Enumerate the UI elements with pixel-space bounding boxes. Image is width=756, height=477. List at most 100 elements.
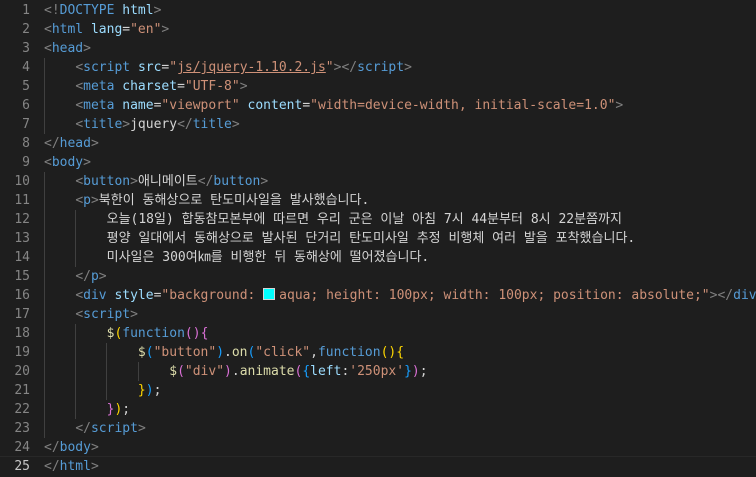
token-punc: > bbox=[130, 307, 138, 322]
token-br3: ( bbox=[145, 345, 154, 360]
code-line[interactable]: 11 <p>북한이 동해상으로 탄도미사일을 발사했습니다. bbox=[0, 191, 756, 210]
token-punc: <! bbox=[44, 3, 60, 18]
token-br2: ( bbox=[184, 326, 193, 341]
indent-guide bbox=[75, 343, 77, 362]
token-tag: html bbox=[51, 22, 84, 37]
code-line[interactable]: 5 <meta charset="UTF-8"> bbox=[0, 77, 756, 96]
token-tag: DOCTYPE bbox=[59, 3, 115, 18]
code-line[interactable]: 2 <html lang="en"> bbox=[0, 20, 756, 39]
token-str: "en" bbox=[130, 22, 162, 37]
code-text: <meta name="viewport" content="width=dev… bbox=[44, 96, 623, 115]
code-line[interactable]: 7 <title>jquery</title> bbox=[0, 115, 756, 134]
line-number: 10 bbox=[14, 174, 30, 189]
token-attr: left bbox=[310, 364, 342, 379]
indent-guide bbox=[75, 324, 77, 343]
code-line[interactable]: 4 <script src="js/jquery-1.10.2.js"></sc… bbox=[0, 58, 756, 77]
code-line[interactable]: 3 <head> bbox=[0, 39, 756, 58]
token-attr: charset bbox=[122, 79, 178, 94]
line-number: 22 bbox=[14, 402, 30, 417]
token-punc: < bbox=[75, 98, 84, 113]
line-number: 11 bbox=[14, 193, 30, 208]
token-punc: </ bbox=[44, 459, 60, 474]
code-line[interactable]: 9 <body> bbox=[0, 153, 756, 172]
token-punc: </ bbox=[177, 117, 193, 132]
token-tag: div bbox=[733, 288, 756, 303]
code-line[interactable]: 20 $("div").animate({left:'250px'}); bbox=[0, 362, 756, 381]
indent-guide bbox=[75, 362, 77, 381]
token-attr: src bbox=[137, 60, 162, 75]
line-number: 23 bbox=[14, 421, 30, 436]
token-tag: html bbox=[59, 459, 91, 474]
indent-guide bbox=[75, 381, 77, 400]
token-str: " bbox=[169, 60, 178, 75]
token-punc: > bbox=[98, 269, 107, 284]
code-text: $(function(){ bbox=[44, 324, 209, 343]
token-text: jquery bbox=[130, 117, 178, 132]
line-number: 21 bbox=[14, 383, 30, 398]
code-text: <p>북한이 동해상으로 탄도미사일을 발사했습니다. bbox=[44, 191, 369, 210]
code-line[interactable]: 14 미사일은 300여㎞를 비행한 뒤 동해상에 떨어졌습니다. bbox=[0, 248, 756, 267]
indent-guide bbox=[106, 362, 108, 381]
code-line[interactable]: 18 $(function(){ bbox=[0, 324, 756, 343]
indent-guide bbox=[44, 381, 45, 400]
indent-guide bbox=[44, 400, 45, 419]
line-number: 19 bbox=[14, 345, 30, 360]
code-line[interactable]: 17 <script> bbox=[0, 305, 756, 324]
code-line[interactable]: 6 <meta name="viewport" content="width=d… bbox=[0, 96, 756, 115]
code-line[interactable]: 1 <!DOCTYPE html> bbox=[0, 1, 756, 20]
code-text: </p> bbox=[44, 267, 107, 286]
token-str: '250px' bbox=[349, 364, 405, 379]
code-line[interactable]: 25 </html> bbox=[0, 457, 756, 476]
token-str: "background: bbox=[161, 288, 264, 303]
code-line[interactable]: 10 <button>애니메이트</button> bbox=[0, 172, 756, 191]
code-text: <button>애니메이트</button> bbox=[44, 172, 268, 191]
line-number: 5 bbox=[22, 79, 30, 94]
token-attr: content bbox=[247, 98, 303, 113]
token-punc: ></ bbox=[333, 60, 358, 75]
code-editor[interactable]: 1 <!DOCTYPE html > 2 <html lang="en"> 3 <head>… bbox=[0, 0, 756, 477]
token-punc: < bbox=[44, 155, 52, 170]
token-tag: script bbox=[83, 307, 131, 322]
indent-guide bbox=[44, 343, 45, 362]
code-line[interactable]: 12 오늘(18일) 합동참모본부에 따르면 우리 군은 이날 아침 7시 44… bbox=[0, 210, 756, 229]
line-number: 1 bbox=[22, 3, 30, 18]
token-tag: body bbox=[59, 440, 91, 455]
line-number: 17 bbox=[14, 307, 30, 322]
indent-guide bbox=[106, 381, 108, 400]
token-punc: > bbox=[153, 3, 162, 18]
token-tag: p bbox=[90, 269, 99, 284]
token-punc: > bbox=[260, 174, 269, 189]
line-number: 2 bbox=[22, 22, 30, 37]
code-line[interactable]: 23 </script> bbox=[0, 419, 756, 438]
code-line[interactable]: 24 </body> bbox=[0, 438, 756, 457]
token-punc: ></ bbox=[709, 288, 734, 303]
token-tag: script bbox=[83, 60, 131, 75]
token-br3: { bbox=[302, 364, 311, 379]
code-line[interactable]: 15 </p> bbox=[0, 267, 756, 286]
line-number: 4 bbox=[22, 60, 30, 75]
color-swatch-icon[interactable] bbox=[263, 288, 276, 300]
token-punc: </ bbox=[75, 421, 91, 436]
indent-guide bbox=[44, 172, 45, 191]
code-line[interactable]: 13 평양 일대에서 동해상으로 발사된 단거리 탄도미사일 추정 비행체 여러… bbox=[0, 229, 756, 248]
code-line[interactable]: 22 }); bbox=[0, 400, 756, 419]
line-number: 13 bbox=[14, 231, 30, 246]
indent-guide bbox=[75, 248, 77, 267]
code-line[interactable]: 21 }); bbox=[0, 381, 756, 400]
token-kw: function bbox=[317, 345, 381, 360]
token-br2: ) bbox=[192, 326, 201, 341]
token-kw: function bbox=[122, 326, 185, 341]
code-line[interactable]: 19 $("button").on("click",function(){ bbox=[0, 343, 756, 362]
line-number: 7 bbox=[22, 117, 30, 132]
code-line[interactable]: 8 </head> bbox=[0, 134, 756, 153]
code-line[interactable]: 16 <div style="background: aqua; height:… bbox=[0, 286, 756, 305]
token-eq: = bbox=[177, 79, 185, 94]
line-number: 24 bbox=[14, 440, 30, 455]
indent-guide bbox=[44, 77, 45, 96]
